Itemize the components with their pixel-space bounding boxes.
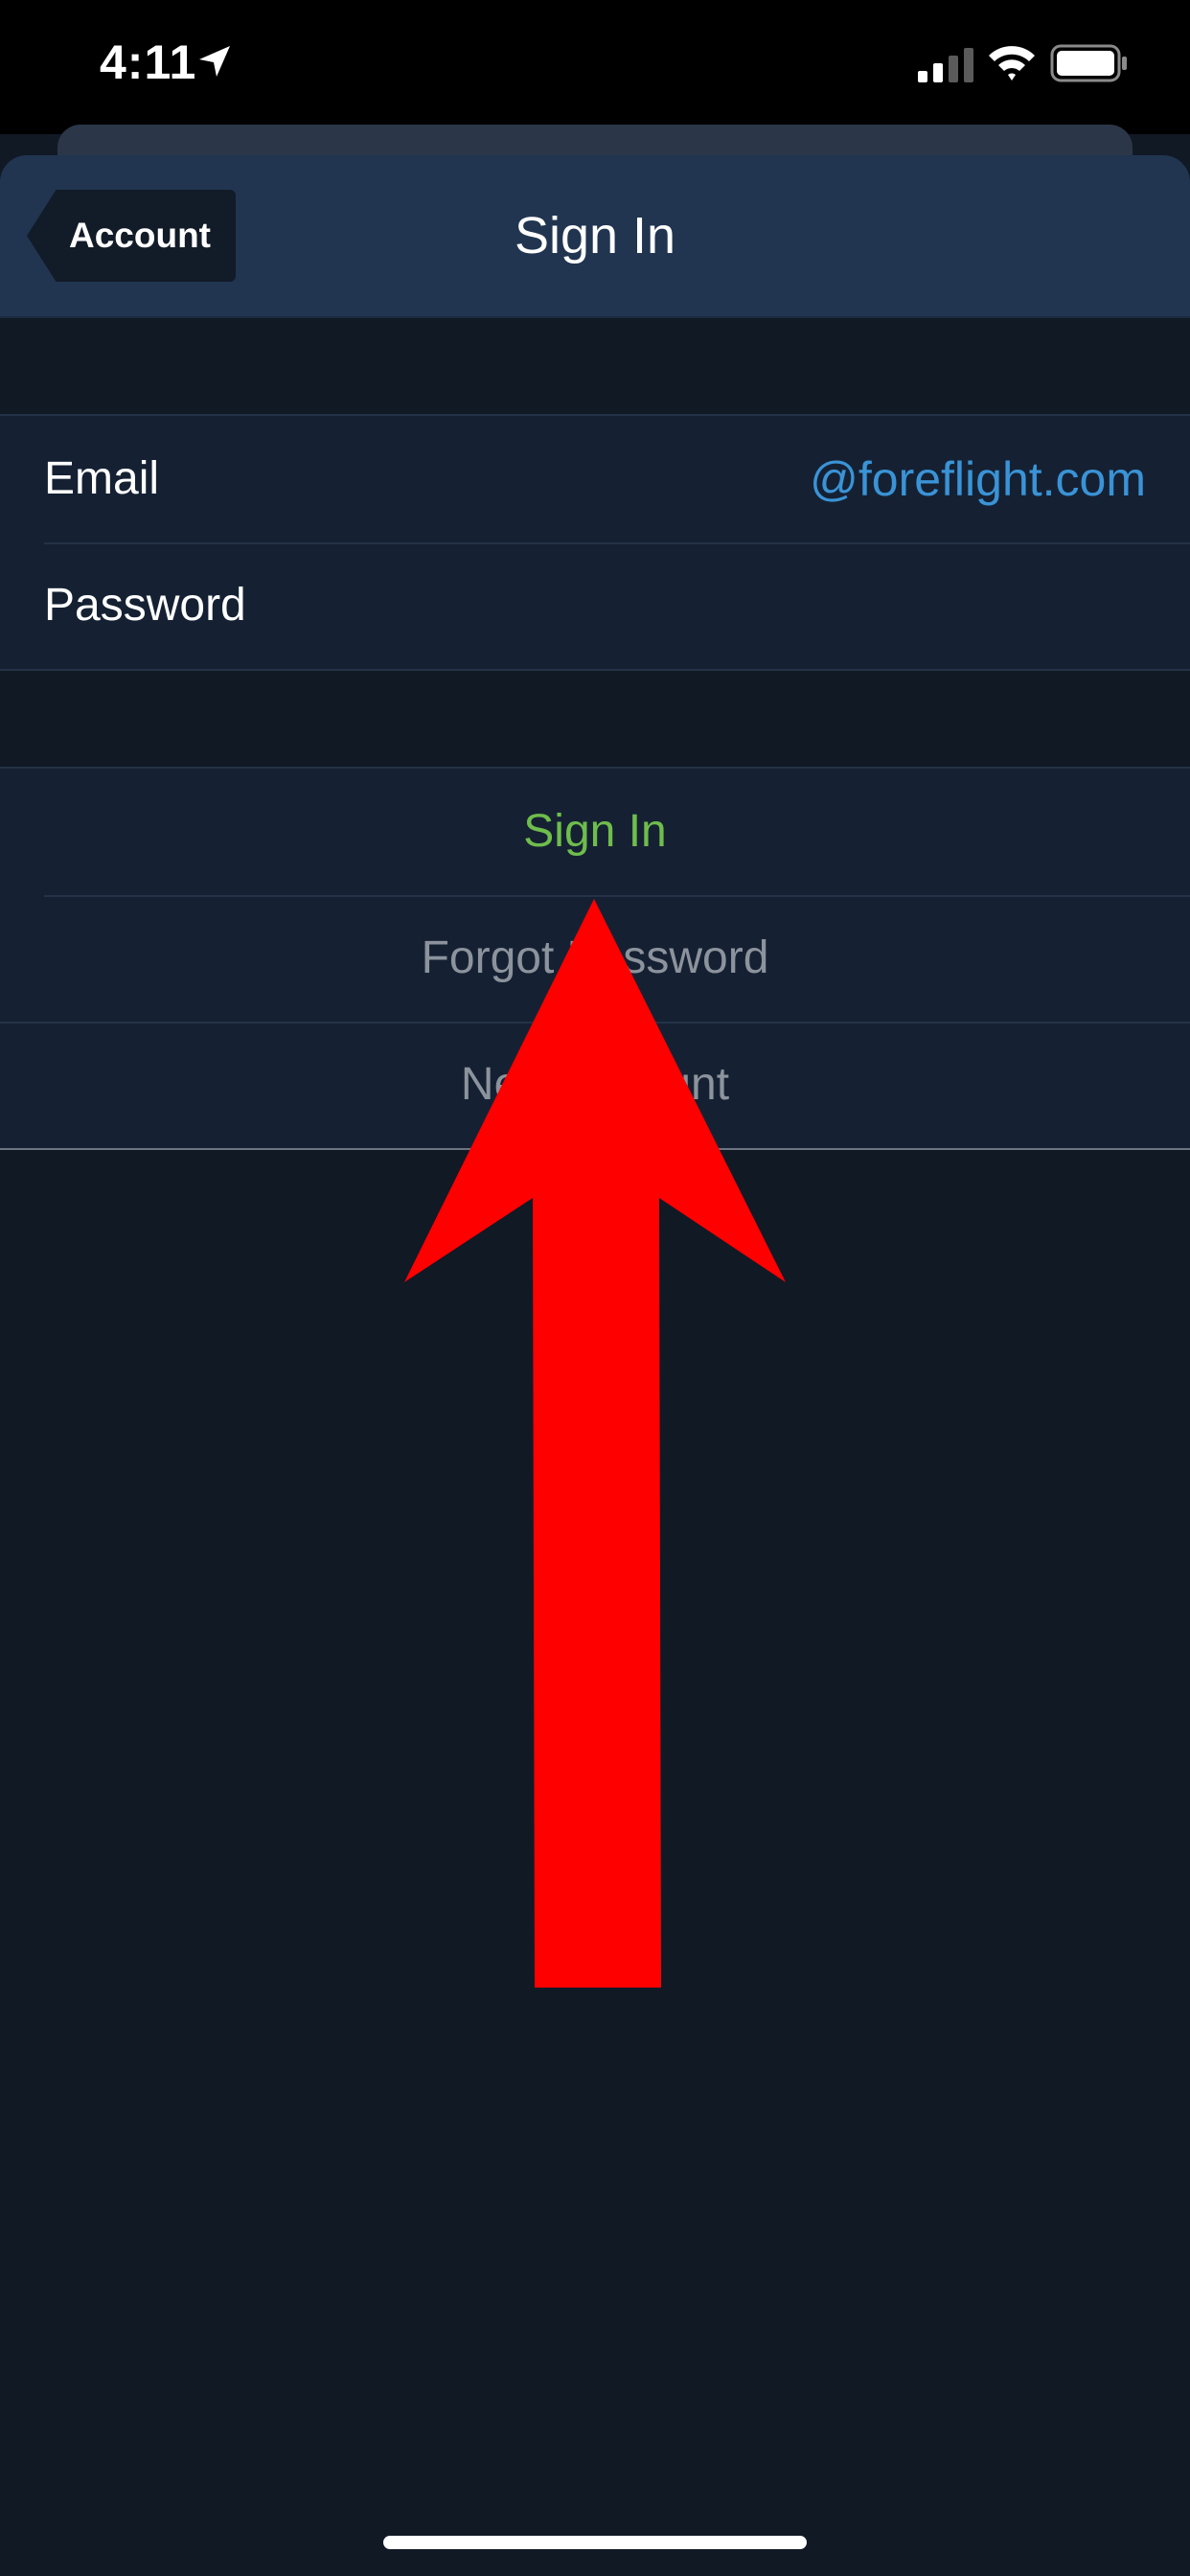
password-label: Password xyxy=(44,580,246,631)
red-up-arrow-icon xyxy=(404,899,786,1988)
wifi-icon xyxy=(989,46,1035,80)
sign-in-label: Sign In xyxy=(523,806,667,857)
back-button-label: Account xyxy=(69,216,211,255)
location-arrow-icon xyxy=(199,46,230,77)
back-button[interactable]: Account xyxy=(27,190,236,282)
home-indicator[interactable] xyxy=(383,2536,807,2549)
battery-icon xyxy=(1050,44,1127,82)
email-label: Email xyxy=(44,453,160,504)
status-bar: 4:11 xyxy=(0,0,1190,134)
email-field[interactable]: Email @foreflight.com xyxy=(0,416,1190,542)
cellular-signal-icon xyxy=(918,48,973,82)
sign-in-button[interactable]: Sign In xyxy=(0,769,1190,895)
credentials-group: Email @foreflight.com Password xyxy=(0,414,1190,671)
navigation-bar: Sign In Account xyxy=(0,155,1190,318)
email-value[interactable]: @foreflight.com xyxy=(810,416,1146,542)
status-time: 4:11 xyxy=(100,35,197,89)
password-field[interactable]: Password xyxy=(0,542,1190,669)
